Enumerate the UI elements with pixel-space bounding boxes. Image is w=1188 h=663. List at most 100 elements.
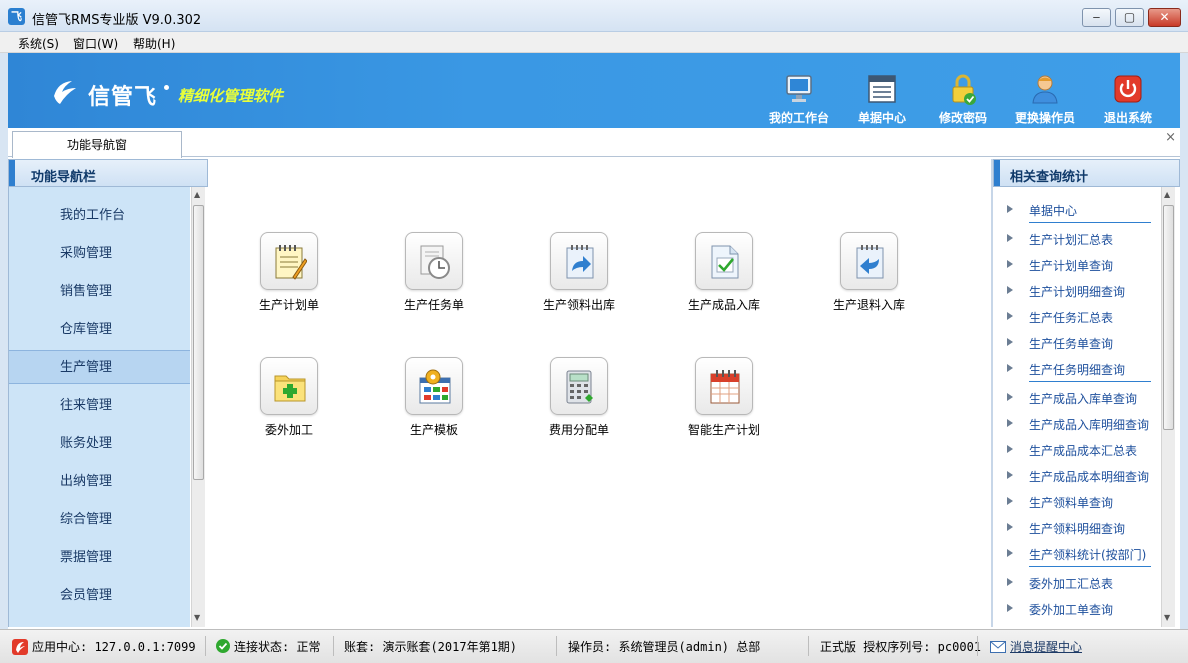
right-header-accent [994, 160, 1000, 186]
query-item[interactable]: 生产领料明细查询 [993, 515, 1161, 541]
monitor-icon [786, 75, 812, 102]
toolbar-my-workbench[interactable]: 我的工作台 [759, 73, 839, 126]
tab-strip: 功能导航窗 × [8, 128, 1180, 158]
function-production-task[interactable]: 生产任务单 [379, 232, 489, 313]
nav-item-members[interactable]: 会员管理 [9, 579, 190, 613]
query-item-label[interactable]: 生产成品入库单查询 [1029, 390, 1137, 407]
bullet-triangle-icon [1007, 445, 1013, 453]
left-nav-scroll-thumb[interactable] [193, 205, 204, 480]
menu-bar: 系统(S) 窗口(W) 帮助(H) [0, 32, 1188, 53]
query-item-label[interactable]: 委外加工汇总表 [1029, 575, 1113, 592]
tab-close-icon[interactable]: × [1165, 130, 1176, 145]
query-item-label[interactable]: 生产领料单查询 [1029, 494, 1113, 511]
calendar-icon [710, 370, 740, 404]
right-panel-header: 相关查询统计 [993, 159, 1180, 187]
toolbar-document-center[interactable]: 单据中心 [842, 73, 922, 126]
clock-document-icon [420, 245, 450, 279]
nav-item-accounting[interactable]: 账务处理 [9, 427, 190, 461]
user-icon [1032, 75, 1058, 104]
function-label: 费用分配单 [548, 423, 609, 437]
query-item-label[interactable]: 生产任务单查询 [1029, 335, 1113, 352]
right-list-scrollbar[interactable]: ▲ ▼ [1161, 187, 1175, 627]
query-item[interactable]: 生产领料统计(按部门) [993, 541, 1161, 567]
function-production-template[interactable]: 生产模板 [379, 357, 489, 438]
function-smart-production-plan[interactable]: 智能生产计划 [669, 357, 779, 438]
scroll-down-arrow-icon[interactable]: ▼ [194, 613, 200, 622]
restore-button[interactable]: ▢ [1115, 8, 1144, 27]
menu-system[interactable]: 系统(S) [18, 35, 59, 52]
nav-item-cashier[interactable]: 出纳管理 [9, 465, 190, 499]
right-list-scroll-thumb[interactable] [1163, 205, 1174, 430]
message-center-link[interactable]: 消息提醒中心 [1010, 638, 1082, 655]
bullet-triangle-icon [1007, 523, 1013, 531]
query-item[interactable]: 生产计划汇总表 [993, 226, 1161, 252]
nav-item-sales[interactable]: 销售管理 [9, 275, 190, 309]
query-item[interactable]: 委外加工单查询 [993, 596, 1161, 622]
bullet-triangle-icon [1007, 205, 1013, 213]
query-item[interactable]: 生产领料单查询 [993, 489, 1161, 515]
query-item-label[interactable]: 单据中心 [1029, 202, 1077, 219]
scroll-down-arrow-icon[interactable]: ▼ [1164, 613, 1170, 622]
nav-item-bills[interactable]: 票据管理 [9, 541, 190, 575]
status-separator [808, 636, 809, 656]
menu-window[interactable]: 窗口(W) [73, 35, 118, 52]
query-item-document-center[interactable]: 单据中心 [993, 197, 1161, 223]
document-out-icon [566, 245, 594, 279]
bullet-triangle-icon [1007, 364, 1013, 372]
menu-help[interactable]: 帮助(H) [133, 35, 175, 52]
query-item-label[interactable]: 委外加工单查询 [1029, 601, 1113, 618]
bullet-triangle-icon [1007, 471, 1013, 479]
query-item-label[interactable]: 生产计划单查询 [1029, 257, 1113, 274]
query-item[interactable]: 委外加工汇总表 [993, 570, 1161, 596]
brand-slogan: 精细化管理软件 [178, 87, 284, 105]
function-finished-goods-in[interactable]: 生产成品入库 [669, 232, 779, 313]
nav-item-production[interactable]: 生产管理 [9, 350, 190, 384]
left-nav-scrollbar[interactable]: ▲ ▼ [191, 187, 205, 627]
query-item[interactable]: 生产成品入库明细查询 [993, 411, 1161, 437]
query-item[interactable]: 生产计划明细查询 [993, 278, 1161, 304]
window-frame-left [0, 53, 8, 629]
nav-item-my-workbench[interactable]: 我的工作台 [9, 199, 190, 233]
status-separator [205, 636, 206, 656]
function-material-return[interactable]: 生产退料入库 [814, 232, 924, 313]
query-item-label[interactable]: 生产成品成本明细查询 [1029, 468, 1149, 485]
nav-item-contacts[interactable]: 往来管理 [9, 389, 190, 423]
query-item-label[interactable]: 生产任务明细查询 [1029, 361, 1125, 378]
status-license: 正式版 授权序列号: pc0001 [820, 640, 982, 654]
query-item[interactable]: 生产任务汇总表 [993, 304, 1161, 330]
toolbar-exit-system[interactable]: 退出系统 [1088, 73, 1168, 126]
query-item[interactable]: 生产任务明细查询 [993, 356, 1161, 382]
left-header-accent [9, 160, 15, 186]
query-item[interactable]: 生产成品成本汇总表 [993, 437, 1161, 463]
query-item-label[interactable]: 生产领料明细查询 [1029, 520, 1125, 537]
minimize-button[interactable]: ‒ [1082, 8, 1111, 27]
query-item-label[interactable]: 生产成品入库明细查询 [1029, 416, 1149, 433]
query-item-label[interactable]: 生产成品成本汇总表 [1029, 442, 1137, 459]
bullet-triangle-icon [1007, 497, 1013, 505]
query-item[interactable]: 生产计划单查询 [993, 252, 1161, 278]
function-material-issue[interactable]: 生产领料出库 [524, 232, 634, 313]
function-production-plan[interactable]: 生产计划单 [234, 232, 344, 313]
query-item-label[interactable]: 生产计划汇总表 [1029, 231, 1113, 248]
query-item[interactable]: 生产成品入库单查询 [993, 385, 1161, 411]
nav-item-warehouse[interactable]: 仓库管理 [9, 313, 190, 347]
scroll-up-arrow-icon[interactable]: ▲ [194, 190, 200, 199]
app-logo-icon: 飞 [8, 8, 25, 25]
close-button[interactable]: ✕ [1148, 8, 1181, 27]
tab-function-navigation[interactable]: 功能导航窗 [12, 131, 182, 158]
function-expense-allocation[interactable]: 费用分配单 [524, 357, 634, 438]
scroll-up-arrow-icon[interactable]: ▲ [1164, 190, 1170, 199]
toolbar-change-password[interactable]: 修改密码 [923, 73, 1003, 126]
function-outsourcing[interactable]: 委外加工 [234, 357, 344, 438]
query-item-label[interactable]: 生产领料统计(按部门) [1029, 546, 1146, 563]
nav-item-general[interactable]: 综合管理 [9, 503, 190, 537]
toolbar-switch-operator[interactable]: 更换操作员 [1005, 73, 1085, 126]
function-label: 委外加工 [264, 423, 313, 437]
query-item-label[interactable]: 生产计划明细查询 [1029, 283, 1125, 300]
query-item[interactable]: 生产成品成本明细查询 [993, 463, 1161, 489]
query-item[interactable]: 生产任务单查询 [993, 330, 1161, 356]
related-query-list: 单据中心 生产计划汇总表 生产计划单查询 生产计划明细查询 生产任务汇总表 生产… [993, 187, 1161, 627]
brand-name: 信管飞 [88, 85, 158, 110]
nav-item-purchase[interactable]: 采购管理 [9, 237, 190, 271]
query-item-label[interactable]: 生产任务汇总表 [1029, 309, 1113, 326]
